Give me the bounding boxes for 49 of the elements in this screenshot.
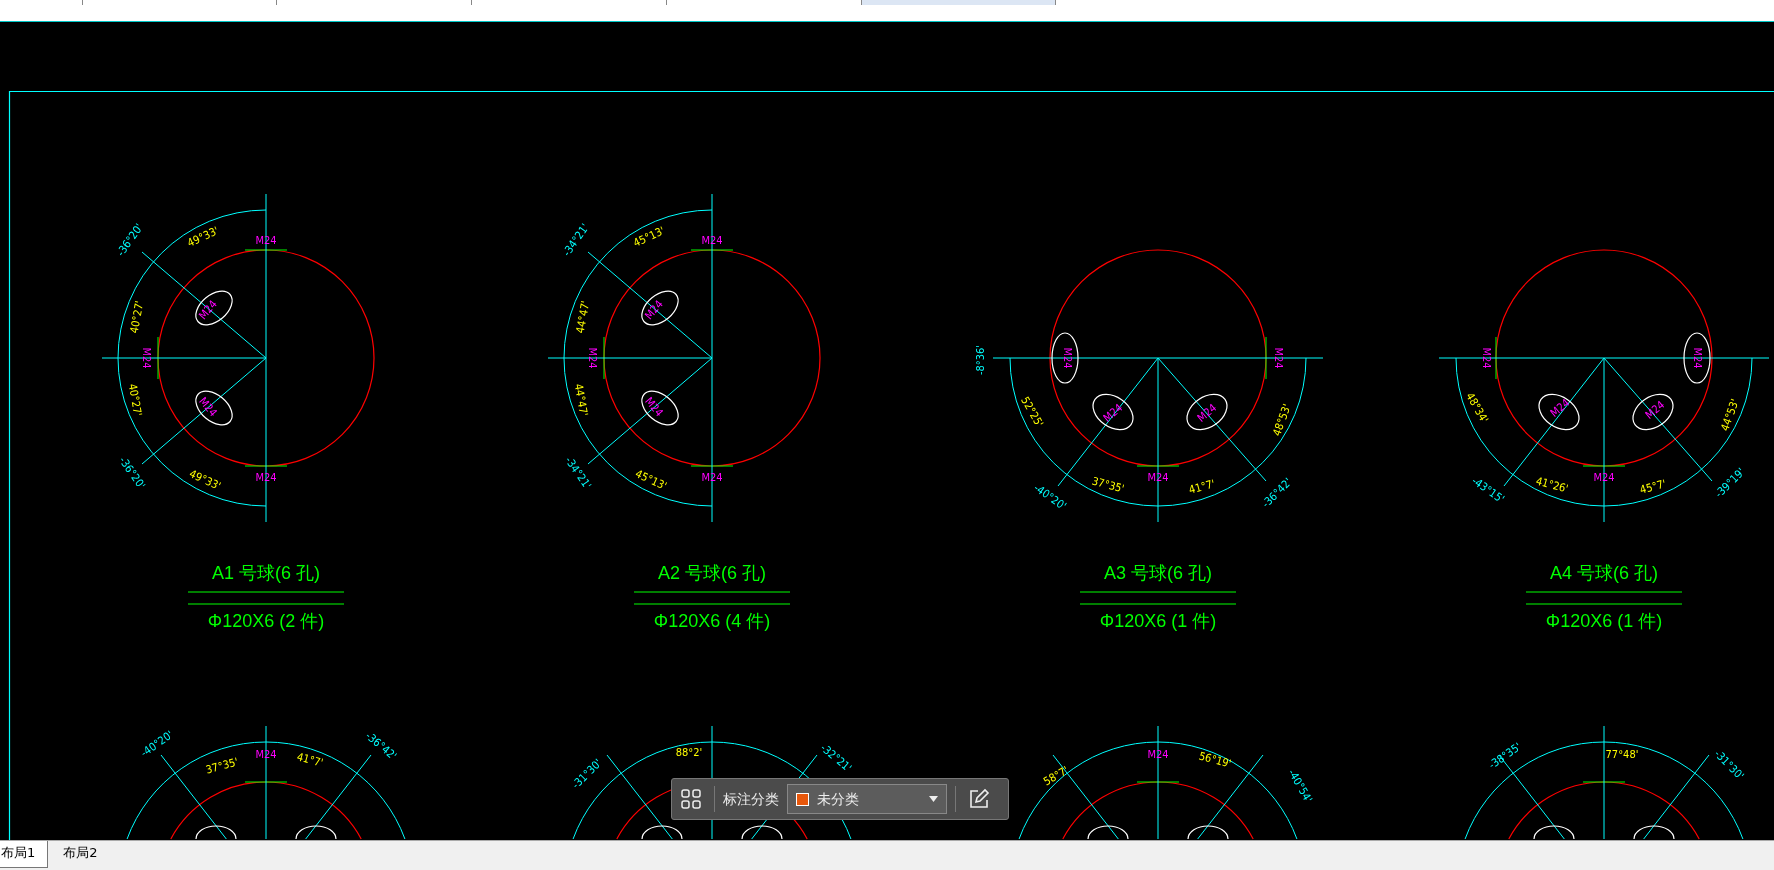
angle-label: 44°47' (571, 382, 591, 418)
bolt-label: M24 (701, 233, 723, 247)
bolt-label: M24 (1547, 396, 1573, 420)
bolt-label: M24 (255, 233, 277, 247)
bolt-label: M24 (1060, 347, 1074, 369)
bolt-label: M24 (1642, 398, 1668, 422)
layout-tab[interactable]: 布局2 (48, 841, 111, 868)
part-spec: Φ120X6 (4 件) (653, 611, 771, 631)
offset-label: -8°36' (973, 344, 987, 376)
angle-label: 88°2' (675, 745, 703, 759)
angle-label: 77°48' (1605, 747, 1639, 761)
category-value: 未分类 (817, 789, 860, 809)
bolt-label: M24 (255, 747, 277, 761)
bolt-label: M24 (1271, 347, 1285, 369)
bolt-label: M24 (1147, 747, 1169, 761)
part-spec: Φ120X6 (1 件) (1545, 611, 1663, 631)
part-title: A3 号球(6 孔) (1104, 563, 1212, 583)
toolbar-label: 标注分类 (723, 789, 779, 809)
bolt-label: M24 (1593, 470, 1615, 484)
angle-label: 48°53' (1270, 402, 1294, 438)
bolt-label: M24 (255, 470, 277, 484)
angle-label: 41°7' (295, 750, 325, 770)
part-spec: Φ120X6 (2 件) (207, 611, 325, 631)
angle-label: 44°53' (1718, 397, 1742, 433)
layout-tab[interactable]: 布局1 (0, 841, 49, 868)
part-spec: Φ120X6 (1 件) (1099, 611, 1217, 631)
angle-label: 56°19' (1197, 749, 1233, 771)
angle-label: 37°35' (1090, 474, 1126, 496)
angle-label: 45°13' (633, 467, 669, 493)
part-title: A4 号球(6 孔) (1550, 563, 1658, 583)
angle-label: 37°35' (204, 755, 240, 777)
bolt-label: M24 (139, 347, 153, 369)
angle-label: 40°27' (127, 299, 147, 335)
angle-label: 44°47' (573, 299, 593, 335)
bolt-label: M24 (1194, 401, 1220, 425)
angle-label: 45°7' (1638, 477, 1668, 497)
bolt-label: M24 (701, 470, 723, 484)
angle-label: 49°33' (187, 467, 223, 493)
bolt-label: M24 (585, 347, 599, 369)
category-dropdown[interactable]: 未分类 (787, 784, 947, 814)
bolt-label: M24 (1147, 470, 1169, 484)
angle-label: 41°26' (1534, 474, 1570, 496)
angle-label: 40°27' (125, 382, 145, 418)
bolt-label: M24 (1100, 401, 1126, 425)
part-title: A2 号球(6 孔) (658, 563, 766, 583)
part-title: A1 号球(6 孔) (212, 563, 320, 583)
bolt-label: M24 (1479, 347, 1493, 369)
bolt-label: M24 (1690, 347, 1704, 369)
angle-label: 41°7' (1187, 477, 1217, 497)
